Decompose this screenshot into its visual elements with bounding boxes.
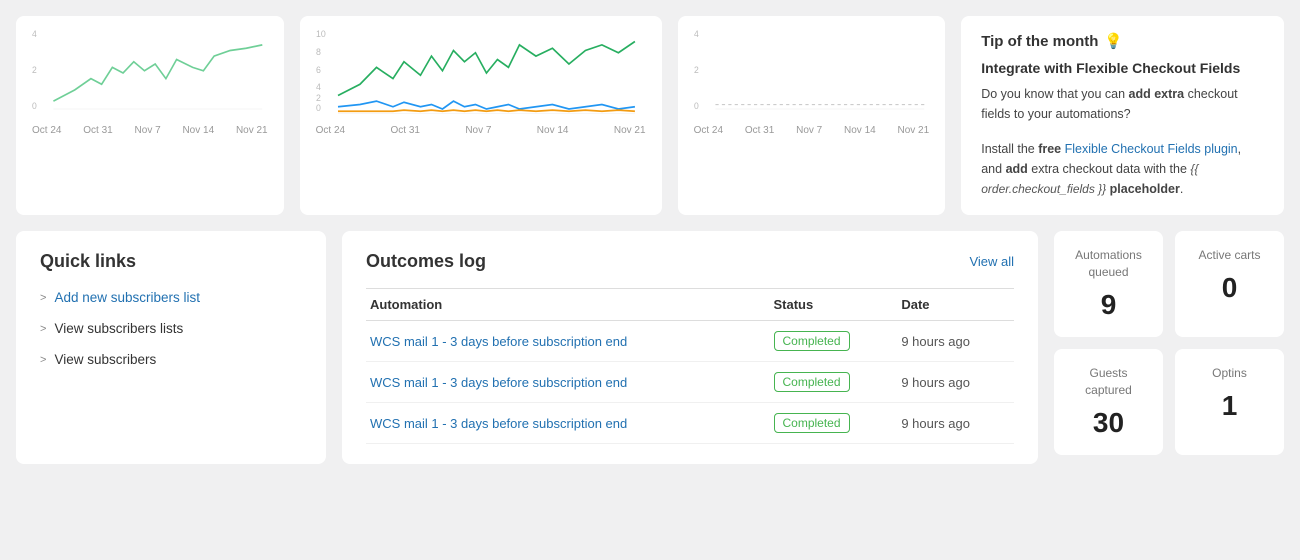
svg-text:0: 0 [316,103,321,113]
svg-text:0: 0 [32,101,37,111]
date-cell-1: 9 hours ago [897,321,1014,362]
quick-link-view-lists-label: View subscribers lists [54,321,183,336]
svg-text:4: 4 [316,82,321,92]
tip-body-2: Install the free Flexible Checkout Field… [981,139,1264,199]
stat-guests-captured: Guests captured 30 [1054,349,1163,455]
view-all-link[interactable]: View all [969,254,1014,269]
svg-text:10: 10 [316,29,326,39]
charts-row: 4 2 0 Oct 24 Oct 31 Nov 7 Nov 14 Nov 21 … [0,0,1300,215]
outcomes-table-header-row: Automation Status Date [366,289,1014,321]
tip-body-1: Do you know that you can add extra check… [981,84,1264,124]
chart-card-2: 10 8 6 4 2 0 Oct 24 Oct 31 Nov 7 Nov 14 … [300,16,662,215]
svg-text:4: 4 [694,29,699,39]
automations-queued-value: 9 [1070,289,1147,321]
table-row: WCS mail 1 - 3 days before subscription … [366,321,1014,362]
quick-links-title: Quick links [40,251,302,272]
stats-row-top: Automations queued 9 Active carts 0 [1054,231,1284,337]
chart-card-3: 4 2 0 Oct 24 Oct 31 Nov 7 Nov 14 Nov 21 [678,16,946,215]
quick-link-add-subscribers-label: Add new subscribers list [54,290,200,305]
chart-axis-1: Oct 24 Oct 31 Nov 7 Nov 14 Nov 21 [32,125,268,136]
chart-svg-1: 4 2 0 [32,28,268,118]
automation-cell-2: WCS mail 1 - 3 days before subscription … [366,362,770,403]
outcomes-card: Outcomes log View all Automation Status … [342,231,1038,464]
svg-text:0: 0 [694,101,699,111]
chart-card-1: 4 2 0 Oct 24 Oct 31 Nov 7 Nov 14 Nov 21 [16,16,284,215]
quick-link-add-subscribers[interactable]: > Add new subscribers list [40,290,302,305]
date-cell-2: 9 hours ago [897,362,1014,403]
table-row: WCS mail 1 - 3 days before subscription … [366,403,1014,444]
outcomes-title: Outcomes log [366,251,486,272]
outcomes-header: Outcomes log View all [366,251,1014,272]
chevron-right-icon: > [40,292,46,304]
tip-title: Tip of the month 💡 [981,32,1264,50]
chart-axis-3: Oct 24 Oct 31 Nov 7 Nov 14 Nov 21 [694,125,930,136]
bottom-row: Quick links > Add new subscribers list >… [0,215,1300,480]
status-cell-1: Completed [770,321,898,362]
automation-link-2[interactable]: WCS mail 1 - 3 days before subscription … [370,375,627,390]
dashboard-page: 4 2 0 Oct 24 Oct 31 Nov 7 Nov 14 Nov 21 … [0,0,1300,560]
tip-title-text: Tip of the month [981,33,1098,50]
status-cell-3: Completed [770,403,898,444]
outcomes-table-head: Automation Status Date [366,289,1014,321]
guests-captured-value: 30 [1070,407,1147,439]
col-date: Date [897,289,1014,321]
svg-text:2: 2 [316,93,321,103]
stat-active-carts: Active carts 0 [1175,231,1284,337]
svg-text:4: 4 [32,29,37,39]
chart-svg-2: 10 8 6 4 2 0 [316,28,646,118]
active-carts-label: Active carts [1191,247,1268,264]
status-badge-1: Completed [774,331,850,351]
automation-cell-3: WCS mail 1 - 3 days before subscription … [366,403,770,444]
stat-optins: Optins 1 [1175,349,1284,455]
quick-link-view-subscribers-label: View subscribers [54,352,156,367]
svg-text:8: 8 [316,47,321,57]
outcomes-table-body: WCS mail 1 - 3 days before subscription … [366,321,1014,444]
tip-card: Tip of the month 💡 Integrate with Flexib… [961,16,1284,215]
tip-icon: 💡 [1104,32,1123,50]
outcomes-table: Automation Status Date WCS mail 1 - 3 da… [366,288,1014,444]
chevron-right-icon-3: > [40,354,46,366]
stats-column: Automations queued 9 Active carts 0 Gues… [1054,231,1284,464]
quick-links-card: Quick links > Add new subscribers list >… [16,231,326,464]
status-cell-2: Completed [770,362,898,403]
automations-queued-label: Automations queued [1070,247,1147,281]
date-cell-3: 9 hours ago [897,403,1014,444]
stats-row-bottom: Guests captured 30 Optins 1 [1054,349,1284,455]
active-carts-value: 0 [1191,272,1268,304]
svg-text:2: 2 [32,65,37,75]
tip-plugin-link[interactable]: Flexible Checkout Fields plugin [1065,142,1238,156]
quick-link-view-subscribers[interactable]: > View subscribers [40,352,302,367]
col-status: Status [770,289,898,321]
svg-text:6: 6 [316,65,321,75]
status-badge-2: Completed [774,372,850,392]
guests-captured-label: Guests captured [1070,365,1147,399]
tip-subtitle: Integrate with Flexible Checkout Fields [981,60,1264,76]
automation-link-1[interactable]: WCS mail 1 - 3 days before subscription … [370,334,627,349]
optins-label: Optins [1191,365,1268,382]
chart-axis-2: Oct 24 Oct 31 Nov 7 Nov 14 Nov 21 [316,125,646,136]
chart-svg-3: 4 2 0 [694,28,930,118]
chevron-right-icon-2: > [40,323,46,335]
quick-link-view-lists[interactable]: > View subscribers lists [40,321,302,336]
status-badge-3: Completed [774,413,850,433]
optins-value: 1 [1191,390,1268,422]
table-row: WCS mail 1 - 3 days before subscription … [366,362,1014,403]
svg-text:2: 2 [694,65,699,75]
col-automation: Automation [366,289,770,321]
automation-link-3[interactable]: WCS mail 1 - 3 days before subscription … [370,416,627,431]
automation-cell-1: WCS mail 1 - 3 days before subscription … [366,321,770,362]
stat-automations-queued: Automations queued 9 [1054,231,1163,337]
